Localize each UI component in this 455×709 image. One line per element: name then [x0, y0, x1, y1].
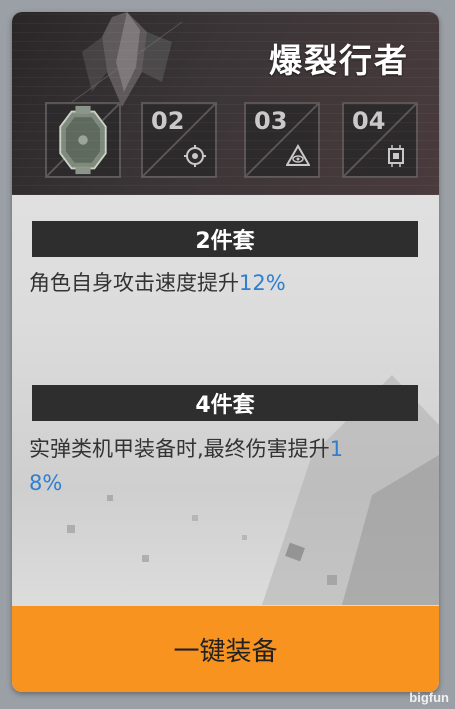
- slot-02[interactable]: 02: [141, 102, 217, 178]
- slot-03[interactable]: 03: [244, 102, 320, 178]
- bonus-4-description: 实弹类机甲装备时,最终伤害提升1 8%: [29, 432, 424, 500]
- set-bonus-panel: 2件套 角色自身攻击速度提升12% 4件套 实弹类机甲装备时,最终伤害提升1 8%: [12, 195, 439, 605]
- bonus-2-title: 2件套: [32, 221, 418, 257]
- bonus-2-value: 12%: [239, 271, 286, 295]
- eye-triangle-icon: [286, 144, 310, 166]
- watermark: bigfun: [409, 690, 449, 705]
- chip-icon: [388, 145, 404, 167]
- slot-04[interactable]: 04: [342, 102, 418, 178]
- set-title: 爆裂行者: [269, 41, 409, 80]
- one-click-equip-button[interactable]: 一键装备: [12, 606, 439, 692]
- slot-label: 04: [352, 107, 386, 135]
- slot-label: 02: [151, 107, 185, 135]
- bonus-4-text: 实弹类机甲装备时,最终伤害提升: [29, 437, 330, 461]
- mech-artwork: [71, 12, 183, 107]
- bonus-4-value-cont: 8%: [29, 471, 63, 495]
- bonus-4-value: 1: [329, 437, 344, 461]
- bonus-4-title: 4件套: [32, 385, 418, 421]
- armor-plate-icon: [59, 105, 107, 175]
- equipment-set-card: 爆裂行者 02 03 04 2件套 角色自身攻击速度提升12% 4件套 实弹类机…: [12, 12, 439, 692]
- slot-label: 03: [254, 107, 288, 135]
- bonus-2-text: 角色自身攻击速度提升: [29, 271, 239, 295]
- bonus-2-description: 角色自身攻击速度提升12%: [29, 266, 424, 300]
- set-header: 爆裂行者 02 03 04: [12, 12, 439, 195]
- gear-core-icon: [184, 145, 206, 167]
- slot-01[interactable]: [45, 102, 121, 178]
